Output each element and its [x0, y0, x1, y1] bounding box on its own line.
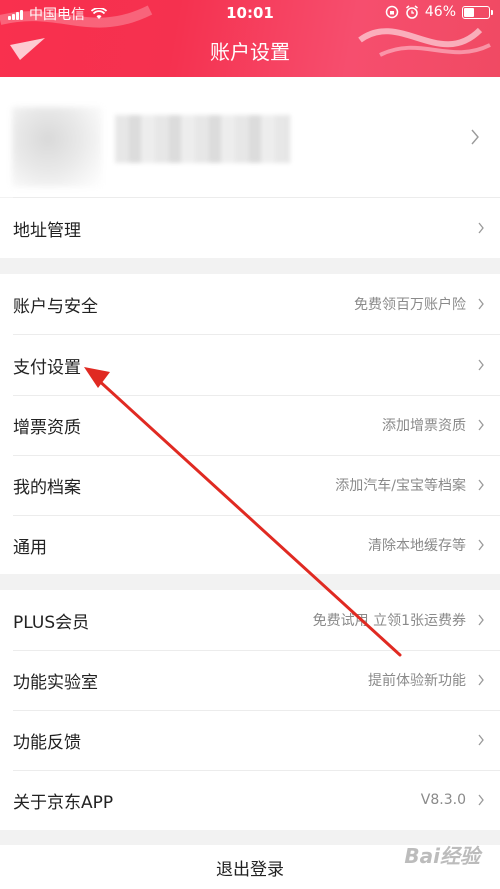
row-hint: 清除本地缓存等 [368, 538, 466, 554]
battery-percent: 46% [424, 4, 456, 20]
row-label: 增票资质 [13, 417, 81, 438]
row-hint: 添加汽车/宝宝等档案 [335, 478, 466, 494]
row-about-app[interactable]: 关于京东APP V8.3.0 [0, 770, 500, 830]
chevron-right-icon [478, 222, 484, 234]
chevron-right-icon [478, 419, 484, 431]
chevron-right-icon [478, 794, 484, 806]
rotation-lock-icon [385, 5, 399, 19]
battery-icon [462, 5, 493, 19]
row-label: 关于京东APP [13, 792, 114, 813]
row-plus-membership[interactable]: PLUS会员 免费试用 立领1张运费券 [0, 590, 500, 650]
chevron-right-icon [478, 614, 484, 626]
status-bar: 中国电信 10:01 46% [0, 0, 500, 26]
chevron-right-icon [478, 359, 484, 371]
profile-card[interactable] [0, 77, 500, 197]
row-hint: 提前体验新功能 [368, 673, 466, 689]
row-hint: 免费试用 立领1张运费券 [312, 613, 466, 629]
row-label: 我的档案 [13, 477, 81, 498]
alarm-icon [405, 5, 418, 19]
row-address-management[interactable]: 地址管理 [0, 198, 500, 258]
row-label: 地址管理 [13, 220, 81, 241]
row-hint: V8.3.0 [420, 792, 466, 808]
row-invoice-qualification[interactable]: 增票资质 添加增票资质 [0, 395, 500, 455]
row-label: PLUS会员 [13, 612, 90, 633]
row-hint: 添加增票资质 [382, 418, 466, 434]
address-card: 地址管理 [0, 198, 500, 258]
row-feature-lab[interactable]: 功能实验室 提前体验新功能 [0, 650, 500, 710]
header-bar: 中国电信 10:01 46% 账户设置 [0, 0, 500, 77]
page-title: 账户设置 [210, 40, 290, 64]
row-my-profile[interactable]: 我的档案 添加汽车/宝宝等档案 [0, 455, 500, 515]
account-settings-card: 账户与安全 免费领百万账户险 支付设置 增票资质 添加增票资质 我的档案 添加汽… [0, 274, 500, 574]
row-payment-settings[interactable]: 支付设置 [0, 335, 500, 395]
row-feedback[interactable]: 功能反馈 [0, 710, 500, 770]
row-label: 账户与安全 [13, 296, 98, 317]
watermark-logo: Bai经验 [404, 844, 480, 868]
row-label: 功能实验室 [13, 672, 98, 693]
chevron-right-icon [478, 479, 484, 491]
row-general[interactable]: 通用 清除本地缓存等 [0, 515, 500, 575]
row-label: 功能反馈 [13, 732, 81, 753]
chevron-right-icon [478, 539, 484, 551]
row-label: 通用 [13, 537, 47, 558]
blurred-username [115, 115, 290, 163]
row-account-security[interactable]: 账户与安全 免费领百万账户险 [0, 274, 500, 334]
chevron-right-icon [471, 129, 479, 145]
chevron-right-icon [478, 674, 484, 686]
row-label: 支付设置 [13, 357, 81, 378]
chevron-right-icon [478, 734, 484, 746]
row-hint: 免费领百万账户险 [354, 297, 466, 313]
avatar [12, 107, 102, 187]
more-settings-card: PLUS会员 免费试用 立领1张运费券 功能实验室 提前体验新功能 功能反馈 关… [0, 590, 500, 830]
chevron-right-icon [478, 298, 484, 310]
